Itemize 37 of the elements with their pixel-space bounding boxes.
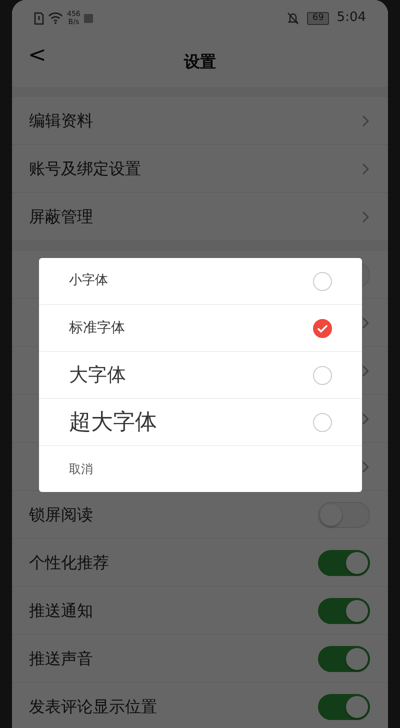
chevron-right-icon[interactable]	[362, 162, 370, 174]
check-icon	[317, 324, 328, 332]
font-option-label[interactable]: 小字体	[69, 271, 108, 291]
back-button[interactable]: <	[28, 44, 46, 68]
radio-unchecked[interactable]	[313, 366, 332, 384]
toggle-switch[interactable]	[318, 598, 370, 624]
chevron-right-icon[interactable]	[362, 210, 370, 222]
battery-level: 69	[307, 12, 329, 24]
chevron-right-icon[interactable]	[362, 460, 370, 472]
bell-off-icon	[287, 12, 300, 24]
setting-label: 推送通知	[29, 600, 93, 622]
status-time: 5:04	[336, 9, 366, 28]
setting-label: 推送声音	[29, 648, 93, 670]
chevron-right-icon[interactable]	[362, 412, 370, 424]
chevron-right-icon[interactable]	[362, 316, 370, 328]
setting-label: 屏蔽管理	[29, 206, 93, 228]
toggle-switch[interactable]	[318, 646, 370, 672]
font-option-label[interactable]: 大字体	[69, 360, 126, 390]
cancel-button[interactable]: 取消	[39, 446, 362, 492]
setting-label: 编辑资料	[29, 110, 93, 132]
setting-label: 锁屏阅读	[29, 504, 93, 526]
chevron-right-icon[interactable]	[362, 364, 370, 376]
setting-label: 账号及绑定设置	[29, 158, 141, 180]
setting-label: 个性化推荐	[29, 552, 109, 574]
sim-card-icon	[34, 12, 44, 24]
font-option-label[interactable]: 标准字体	[69, 318, 125, 338]
radio-checked[interactable]	[313, 318, 332, 338]
radio-unchecked[interactable]	[313, 272, 332, 290]
notification-square-icon	[84, 14, 94, 22]
chevron-right-icon[interactable]	[362, 114, 370, 126]
font-option-label[interactable]: 超大字体	[69, 406, 157, 438]
wifi-icon	[48, 12, 63, 24]
setting-label: 发表评论显示位置	[29, 696, 157, 718]
toggle-switch[interactable]	[318, 550, 370, 576]
radio-unchecked[interactable]	[313, 412, 332, 432]
toggle-switch[interactable]	[318, 694, 370, 720]
page-title: 设置	[184, 50, 216, 72]
